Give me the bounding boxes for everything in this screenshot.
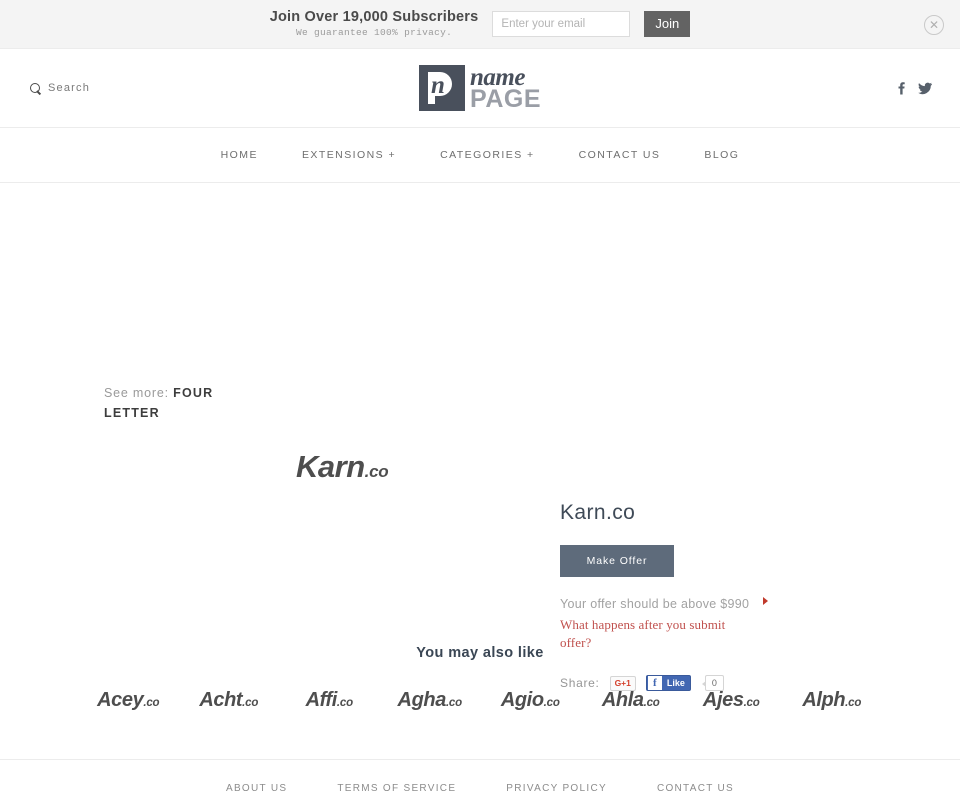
logo-wordmark: name PAGE [470,65,541,112]
email-input[interactable] [492,11,631,37]
twitter-icon[interactable] [918,82,932,94]
join-button[interactable]: Join [644,11,691,37]
related-item-tld: .co [845,697,862,709]
related-grid: Acey.co Acht.co Affi.co Agha.co Agio.co … [0,689,960,712]
footer-link-privacy-policy[interactable]: PRIVACY POLICY [506,783,607,791]
footer-link-terms-of-service[interactable]: TERMS OF SERVICE [337,783,456,791]
related-item-ajes[interactable]: Ajes.co [681,689,782,712]
page-title: Karn.co [560,501,636,524]
facebook-like-count: 0 [701,675,724,691]
related-item-affi[interactable]: Affi.co [279,689,380,712]
nav-item-extensions[interactable]: EXTENSIONS + [302,149,396,161]
search-button[interactable]: Search [30,82,90,94]
related-item-ahla[interactable]: Ahla.co [581,689,682,712]
product-section: See more: FOUR LETTER Karn.co Karn.co Ma… [0,183,960,691]
see-more-label: See more: [104,386,169,400]
related-item-name: Agha [397,689,447,711]
nav-item-blog[interactable]: BLOG [704,149,739,161]
offer-minimum-text: Your offer should be above $990 [560,597,750,611]
footer-navigation: ABOUT US TERMS OF SERVICE PRIVACY POLICY… [0,760,960,791]
site-logo[interactable]: n name PAGE [419,65,541,112]
search-label: Search [48,82,91,94]
offer-info-link[interactable]: What happens after you submit offer? [560,616,750,652]
related-item-name: Agio [500,689,544,711]
offer-minimum-note: Your offer should be above $990 What hap… [560,595,768,652]
footer-link-about-us[interactable]: ABOUT US [226,783,287,791]
related-item-tld: .co [743,697,760,709]
site-header: Search n name PAGE [0,49,960,128]
arrow-right-icon [763,597,768,605]
facebook-like-button[interactable]: f Like [645,675,691,691]
logo-mark-icon: n [419,65,465,111]
logo-mark-letter: n [431,72,445,99]
nav-item-categories[interactable]: CATEGORIES + [440,149,535,161]
related-item-tld: .co [336,697,353,709]
related-item-name: Acht [199,689,243,711]
search-icon [30,82,41,94]
related-item-name: Affi [305,689,338,711]
nav-item-home[interactable]: HOME [221,149,258,161]
social-links [898,82,932,95]
subscribe-bar: Join Over 19,000 Subscribers We guarante… [0,0,960,49]
related-item-alph[interactable]: Alph.co [782,689,883,712]
logo-page-text: PAGE [470,84,541,113]
main-navigation: HOME EXTENSIONS + CATEGORIES + CONTACT U… [0,128,960,183]
related-item-agio[interactable]: Agio.co [480,689,581,712]
related-item-name: Alph [802,689,846,711]
related-item-tld: .co [445,697,462,709]
related-item-name: Ahla [601,689,644,711]
related-item-tld: .co [143,697,160,709]
share-row: Share: G+1 f Like 0 [560,675,890,691]
domain-hero-tld: .co [364,462,389,481]
breadcrumb: See more: FOUR LETTER [104,383,254,423]
related-item-acht[interactable]: Acht.co [179,689,280,712]
facebook-like-label: Like [666,678,685,688]
product-detail-panel: Karn.co Make Offer Your offer should be … [560,501,890,691]
related-item-tld: .co [643,697,660,709]
related-item-name: Acey [97,689,144,711]
subscribe-headline: Join Over 19,000 Subscribers [269,9,479,26]
close-icon[interactable]: ✕ [924,15,944,35]
facebook-f-icon: f [647,676,662,690]
related-item-acey[interactable]: Acey.co [78,689,179,712]
google-plus-button[interactable]: G+1 [609,675,636,691]
subscribe-text-block: Join Over 19,000 Subscribers We guarante… [270,9,479,39]
domain-hero-name: Karn [296,449,365,484]
subscribe-subline: We guarantee 100% privacy. [296,26,453,38]
related-item-name: Ajes [702,689,744,711]
related-item-agha[interactable]: Agha.co [380,689,481,712]
related-item-tld: .co [242,697,259,709]
share-label: Share: [560,676,600,690]
make-offer-button[interactable]: Make Offer [560,545,674,577]
related-item-tld: .co [543,697,560,709]
footer-link-contact-us[interactable]: CONTACT US [657,783,734,791]
nav-item-contact-us[interactable]: CONTACT US [579,149,661,161]
facebook-icon[interactable] [898,82,905,95]
domain-hero-logo: Karn.co [296,449,389,484]
